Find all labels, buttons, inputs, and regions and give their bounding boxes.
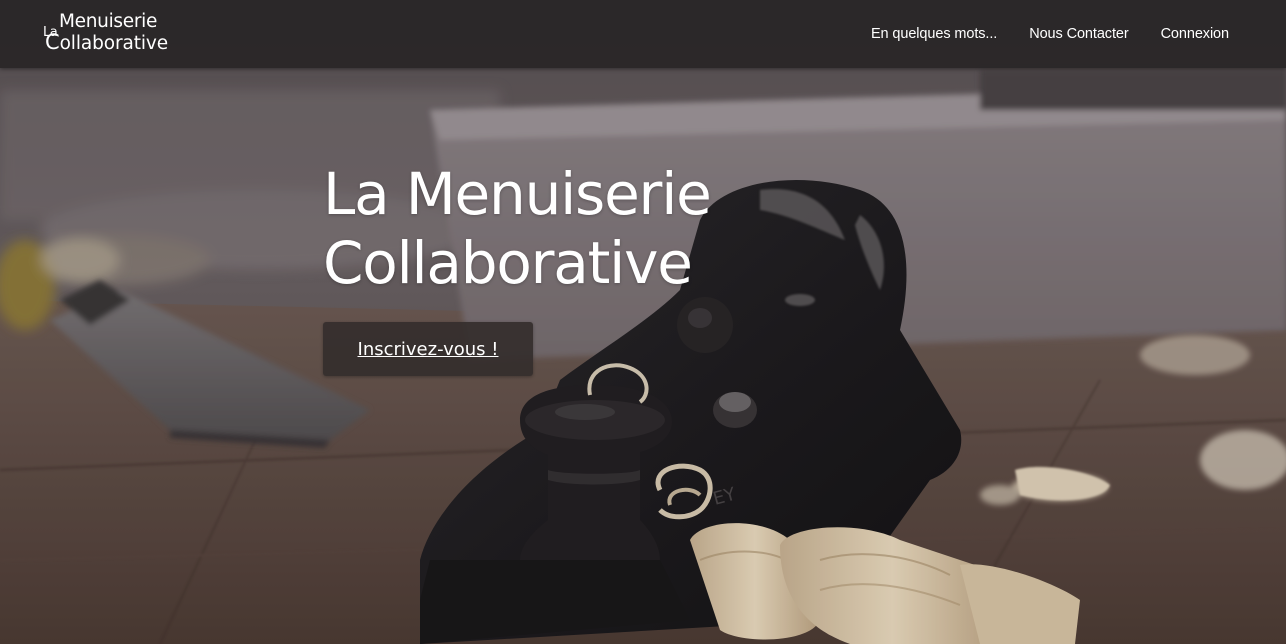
nav-link-about[interactable]: En quelques mots... — [871, 26, 997, 42]
brand-logo[interactable]: La Menuiserie Collaborative — [43, 10, 173, 58]
brand-logo-word2: Collaborative — [45, 32, 168, 54]
brand-logo-word2-rest: ollaborative — [59, 33, 169, 54]
hero-title-line2: Collaborative — [323, 229, 693, 297]
signup-button[interactable]: Inscrivez-vous ! — [323, 322, 533, 376]
nav-links: En quelques mots... Nous Contacter Conne… — [839, 0, 1229, 68]
brand-logo-word2-initial: C — [45, 30, 60, 54]
brand-logo-word1: Menuiserie — [59, 11, 158, 32]
nav-link-contact[interactable]: Nous Contacter — [1029, 26, 1128, 42]
hero-background-image: EY — [0, 0, 1286, 644]
nav-link-login[interactable]: Connexion — [1161, 26, 1230, 42]
hero-title: La Menuiserie Collaborative — [323, 160, 843, 298]
hero-title-line1: La Menuiserie — [323, 160, 712, 228]
top-navbar: La Menuiserie Collaborative En quelques … — [0, 0, 1286, 68]
wood-plane-photo: EY — [0, 0, 1286, 644]
